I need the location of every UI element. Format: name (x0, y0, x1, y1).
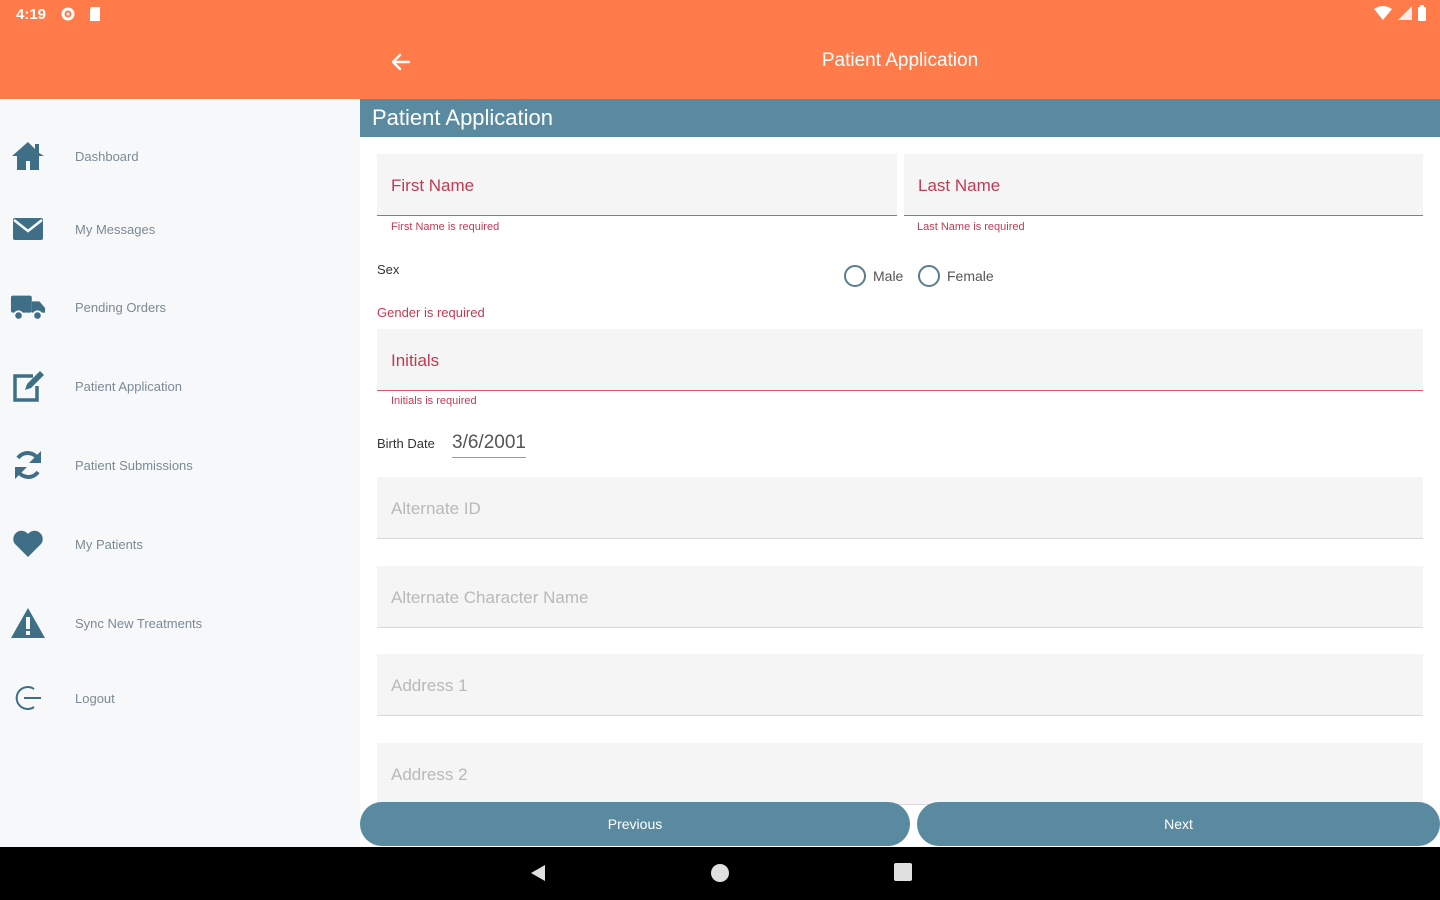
sidebar-item-label: Dashboard (75, 148, 139, 164)
sidebar-item-label: Patient Application (75, 378, 182, 394)
nav-home-icon[interactable] (710, 863, 730, 888)
alternate-character-name-field[interactable]: Alternate Character Name (377, 566, 1423, 628)
sd-card-icon (88, 6, 104, 22)
edit-icon (10, 368, 46, 404)
last-name-error: Last Name is required (917, 221, 1025, 233)
status-right (1374, 5, 1426, 26)
sidebar-item-label: My Messages (75, 221, 156, 237)
initials-error: Initials is required (391, 395, 477, 407)
sex-label: Sex (377, 262, 400, 277)
settings-icon (60, 6, 76, 22)
nav-back-icon[interactable] (528, 863, 548, 888)
home-icon (10, 138, 46, 174)
app-bar-title: Patient Application (821, 50, 979, 71)
truck-icon (10, 289, 46, 325)
initials-placeholder: Initials (391, 351, 440, 370)
sidebar-item-patient-submissions[interactable]: Patient Submissions (0, 435, 360, 495)
sidebar-item-my-patients[interactable]: My Patients (0, 514, 360, 574)
sex-radio-female[interactable]: Female (918, 265, 994, 287)
sidebar-item-dashboard[interactable]: Dashboard (0, 126, 360, 186)
alternate-character-name-placeholder: Alternate Character Name (391, 588, 589, 607)
sidebar-item-label: Sync New Treatments (75, 615, 203, 631)
last-name-placeholder: Last Name (918, 176, 1001, 195)
alternate-id-placeholder: Alternate ID (391, 499, 481, 518)
battery-icon (1418, 5, 1426, 26)
sidebar-item-my-messages[interactable]: My Messages (0, 199, 360, 259)
sidebar-item-label: Pending Orders (75, 299, 167, 315)
address1-field[interactable]: Address 1 (377, 654, 1423, 716)
signal-icon (1398, 6, 1412, 25)
app-bar: 4:19 Patient Application (0, 0, 1440, 99)
sidebar-item-pending-orders[interactable]: Pending Orders (0, 277, 360, 337)
heart-icon (10, 526, 46, 562)
birth-date-label: Birth Date (377, 436, 435, 451)
envelope-icon (10, 211, 46, 247)
wifi-icon (1374, 6, 1392, 25)
last-name-field[interactable]: Last Name (904, 154, 1423, 216)
address2-field[interactable]: Address 2 (377, 743, 1423, 805)
status-time: 4:19 (16, 6, 47, 23)
radio-label: Male (873, 268, 904, 284)
next-button[interactable]: Next (917, 802, 1440, 846)
first-name-error: First Name is required (391, 221, 500, 233)
address2-placeholder: Address 2 (391, 765, 468, 784)
main-content: Patient Application First Name First Nam… (360, 99, 1440, 847)
system-nav-bar (0, 847, 1440, 900)
warning-icon (10, 605, 46, 641)
gender-error: Gender is required (377, 305, 485, 320)
first-name-placeholder: First Name (391, 176, 475, 195)
alternate-id-field[interactable]: Alternate ID (377, 477, 1423, 539)
previous-button[interactable]: Previous (360, 802, 910, 846)
birth-date-picker[interactable]: 3/6/2001 (452, 432, 526, 458)
sidebar-item-logout[interactable]: Logout (0, 668, 360, 728)
first-name-field[interactable]: First Name (377, 154, 897, 216)
nav-recents-icon[interactable] (894, 863, 912, 886)
address1-placeholder: Address 1 (391, 676, 468, 695)
sex-radio-male[interactable]: Male (844, 265, 903, 287)
logout-icon (10, 680, 46, 716)
radio-circle (844, 265, 866, 287)
radio-circle (918, 265, 940, 287)
sync-icon (10, 447, 46, 483)
sidebar: Dashboard My Messages Pending Orders Pat… (0, 99, 360, 847)
sidebar-item-patient-application[interactable]: Patient Application (0, 356, 360, 416)
initials-field[interactable]: Initials (377, 329, 1423, 391)
sidebar-item-label: Logout (75, 690, 115, 706)
sidebar-item-label: My Patients (75, 536, 143, 552)
sidebar-item-label: Patient Submissions (75, 457, 193, 473)
sidebar-item-sync-new-treatments[interactable]: Sync New Treatments (0, 593, 360, 653)
radio-label: Female (947, 268, 994, 284)
section-title: Patient Application (360, 99, 1440, 137)
